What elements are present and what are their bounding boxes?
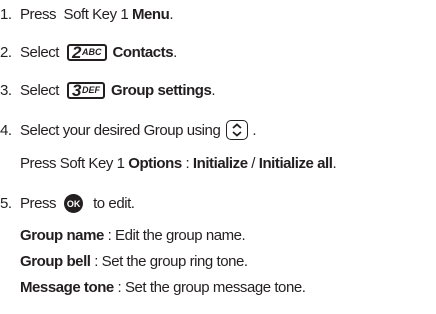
detail-description: Edit the group name. xyxy=(115,227,246,244)
step-number: 1. xyxy=(0,6,12,23)
step-number: 3. xyxy=(0,82,12,99)
group-bell-label: Group bell xyxy=(20,253,91,270)
step-text: Select xyxy=(20,82,59,99)
detail-message-tone: Message tone : Set the group message ton… xyxy=(20,279,306,296)
step-4: 4. Select your desired Group using . xyxy=(0,120,256,140)
key-3-def-icon: 3 DEF xyxy=(67,81,106,100)
period: . xyxy=(211,82,216,99)
step-text: Select your desired Group using xyxy=(20,121,221,139)
step-number: 5. xyxy=(0,195,12,212)
message-tone-label: Message tone xyxy=(20,279,114,296)
step-3: 3. Select 3 DEF Group settings . xyxy=(0,81,216,100)
key-2-abc-icon: 2 ABC xyxy=(67,44,107,61)
step-text: Press xyxy=(20,195,57,212)
step-2: 2. Select 2 ABC Contacts . xyxy=(0,44,177,61)
separator: : xyxy=(181,155,193,172)
detail-description: Set the group ring tone. xyxy=(101,253,248,270)
menu-label: Menu xyxy=(131,6,170,23)
key-letters: DEF xyxy=(82,85,101,95)
up-down-navigation-key-icon xyxy=(226,120,249,140)
separator: : xyxy=(113,279,125,296)
detail-description: Set the group message tone. xyxy=(124,279,306,296)
separator: : xyxy=(90,253,102,270)
separator: / xyxy=(247,155,259,172)
initialize-label: Initialize xyxy=(192,155,248,172)
period: . xyxy=(332,155,337,172)
step-text: Press Soft Key 1 xyxy=(20,155,129,172)
step-text: Select xyxy=(20,44,59,61)
step-4-detail: Press Soft Key 1 Options : Initialize / … xyxy=(20,155,337,172)
separator: : xyxy=(103,227,116,244)
group-name-label: Group name xyxy=(20,227,104,244)
key-digit: 3 xyxy=(72,81,82,100)
step-1: 1. Press Soft Key 1 Menu . xyxy=(0,6,173,23)
step-text: to edit. xyxy=(93,195,135,212)
contacts-label: Contacts xyxy=(112,44,174,61)
key-letters: ABC xyxy=(82,47,102,57)
detail-group-bell: Group bell : Set the group ring tone. xyxy=(20,253,248,270)
step-number: 4. xyxy=(0,121,12,139)
step-number: 2. xyxy=(0,44,12,61)
ok-key-icon: OK xyxy=(64,194,84,213)
period: . xyxy=(173,44,177,61)
step-text: Press Soft Key 1 xyxy=(20,6,132,23)
options-label: Options xyxy=(128,155,182,172)
step-5: 5. Press OK to edit. xyxy=(0,194,135,213)
key-digit: 2 xyxy=(72,43,82,62)
initialize-all-label: Initialize all xyxy=(258,155,333,172)
period: . xyxy=(169,6,174,23)
group-settings-label: Group settings xyxy=(111,82,212,99)
detail-group-name: Group name : Edit the group name. xyxy=(20,227,246,244)
period: . xyxy=(252,121,257,139)
